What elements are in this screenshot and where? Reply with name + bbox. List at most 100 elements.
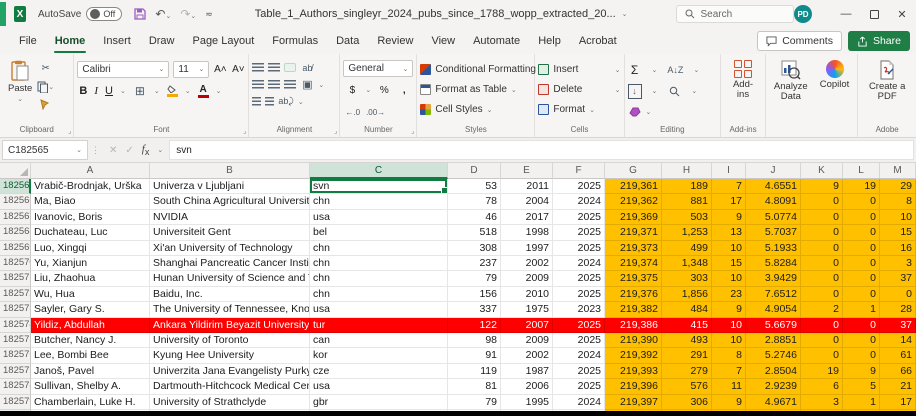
cell-D182575[interactable]: 98 [448, 333, 501, 348]
column-header-A[interactable]: A [31, 163, 150, 179]
cell-G182565[interactable]: 219,361 [605, 179, 662, 194]
align-left-icon[interactable] [252, 80, 264, 89]
cell-F182568[interactable]: 2025 [553, 225, 605, 240]
cell-L182580[interactable]: 42 [843, 410, 880, 411]
align-right-icon[interactable] [284, 80, 296, 89]
cell-B182572[interactable]: Baidu, Inc. [150, 287, 310, 302]
cell-G182566[interactable]: 219,362 [605, 194, 662, 209]
cell-J182570[interactable]: 5.8284 [746, 256, 801, 271]
row-header-182579[interactable]: 182579 [0, 395, 31, 410]
row-header-182574[interactable]: 182574 [0, 318, 31, 333]
cell-C182579[interactable]: gbr [310, 395, 448, 410]
cell-I182569[interactable]: 10 [712, 241, 746, 256]
cell-M182572[interactable]: 0 [880, 287, 916, 302]
row-header-182568[interactable]: 182568 [0, 225, 31, 240]
cell-L182565[interactable]: 19 [843, 179, 880, 194]
format-cells-button[interactable]: Format⌄ [538, 101, 620, 118]
cell-M182569[interactable]: 16 [880, 241, 916, 256]
cell-H182572[interactable]: 1,856 [662, 287, 712, 302]
tab-acrobat[interactable]: Acrobat [570, 28, 626, 54]
cell-E182579[interactable]: 1995 [501, 395, 553, 410]
cell-C182569[interactable]: chn [310, 241, 448, 256]
dialog-launcher-icon[interactable]: ⌟ [411, 127, 414, 135]
cell-L182573[interactable]: 1 [843, 302, 880, 317]
autosave-toggle[interactable]: Off [86, 7, 122, 21]
cell-A182570[interactable]: Yu, Xianjun [31, 256, 150, 271]
tab-formulas[interactable]: Formulas [263, 28, 327, 54]
cell-I182575[interactable]: 10 [712, 333, 746, 348]
share-button[interactable]: Share [848, 31, 910, 51]
cell-I182580[interactable]: 6 [712, 410, 746, 411]
cell-I182570[interactable]: 15 [712, 256, 746, 271]
cell-E182575[interactable]: 2009 [501, 333, 553, 348]
cell-H182579[interactable]: 306 [662, 395, 712, 410]
cell-G182570[interactable]: 219,374 [605, 256, 662, 271]
cell-K182570[interactable]: 0 [801, 256, 843, 271]
tab-file[interactable]: File [10, 28, 46, 54]
cell-E182577[interactable]: 1987 [501, 364, 553, 379]
cell-F182577[interactable]: 2025 [553, 364, 605, 379]
cell-I182578[interactable]: 11 [712, 379, 746, 394]
cell-M182570[interactable]: 3 [880, 256, 916, 271]
cell-K182576[interactable]: 0 [801, 348, 843, 363]
cell-C182568[interactable]: bel [310, 225, 448, 240]
cell-G182574[interactable]: 219,386 [605, 318, 662, 333]
cell-H182580[interactable]: 74 [662, 410, 712, 411]
cell-E182569[interactable]: 1997 [501, 241, 553, 256]
cell-M182580[interactable]: 34 [880, 410, 916, 411]
fill-color-button[interactable] [167, 85, 178, 97]
name-box[interactable]: C182565 ⌄ [2, 140, 88, 160]
tab-draw[interactable]: Draw [140, 28, 184, 54]
cell-G182578[interactable]: 219,396 [605, 379, 662, 394]
row-header-182578[interactable]: 182578 [0, 379, 31, 394]
cell-J182576[interactable]: 5.2746 [746, 348, 801, 363]
cell-M182573[interactable]: 28 [880, 302, 916, 317]
cell-J182575[interactable]: 2.8851 [746, 333, 801, 348]
cell-I182574[interactable]: 10 [712, 318, 746, 333]
cell-A182572[interactable]: Wu, Hua [31, 287, 150, 302]
orientation-icon[interactable]: ab̸ [300, 60, 314, 75]
autosave-control[interactable]: AutoSave Off [38, 7, 122, 21]
column-header-G[interactable]: G [605, 163, 662, 179]
cell-H182567[interactable]: 503 [662, 210, 712, 225]
cell-J182571[interactable]: 3.9429 [746, 271, 801, 286]
cell-E182574[interactable]: 2007 [501, 318, 553, 333]
cell-F182580[interactable]: 2019 [553, 410, 605, 411]
number-format-select[interactable]: General⌄ [343, 60, 413, 77]
cell-J182566[interactable]: 4.8091 [746, 194, 801, 209]
row-header-182571[interactable]: 182571 [0, 271, 31, 286]
cell-H182574[interactable]: 415 [662, 318, 712, 333]
cell-F182578[interactable]: 2025 [553, 379, 605, 394]
column-header-F[interactable]: F [553, 163, 605, 179]
cell-L182566[interactable]: 0 [843, 194, 880, 209]
cell-L182578[interactable]: 5 [843, 379, 880, 394]
cancel-icon[interactable]: ✕ [109, 145, 117, 156]
cell-D182570[interactable]: 237 [448, 256, 501, 271]
cell-J182580[interactable]: 6.0000 [746, 410, 801, 411]
cell-D182576[interactable]: 91 [448, 348, 501, 363]
column-header-K[interactable]: K [801, 163, 843, 179]
cell-G182577[interactable]: 219,393 [605, 364, 662, 379]
cell-F182566[interactable]: 2024 [553, 194, 605, 209]
cell-G182571[interactable]: 219,375 [605, 271, 662, 286]
maximize-button[interactable] [860, 0, 888, 28]
cell-F182574[interactable]: 2025 [553, 318, 605, 333]
cell-B182570[interactable]: Shanghai Pancreatic Cancer Institute [150, 256, 310, 271]
cell-J182573[interactable]: 4.9054 [746, 302, 801, 317]
cell-K182572[interactable]: 0 [801, 287, 843, 302]
cell-L182570[interactable]: 0 [843, 256, 880, 271]
cell-G182568[interactable]: 219,371 [605, 225, 662, 240]
dialog-launcher-icon[interactable]: ⌟ [68, 127, 71, 135]
cell-D182579[interactable]: 79 [448, 395, 501, 410]
cell-I182576[interactable]: 8 [712, 348, 746, 363]
cell-M182579[interactable]: 17 [880, 395, 916, 410]
cell-G182580[interactable]: 219,399 [605, 410, 662, 411]
cell-B182565[interactable]: Univerza v Ljubljani [150, 179, 310, 194]
minimize-button[interactable]: — [832, 0, 860, 28]
align-middle-icon[interactable] [268, 63, 280, 72]
increase-font-icon[interactable]: A˄ [213, 62, 227, 77]
cell-F182572[interactable]: 2025 [553, 287, 605, 302]
cell-L182579[interactable]: 1 [843, 395, 880, 410]
cell-I182572[interactable]: 23 [712, 287, 746, 302]
cell-I182565[interactable]: 7 [712, 179, 746, 194]
